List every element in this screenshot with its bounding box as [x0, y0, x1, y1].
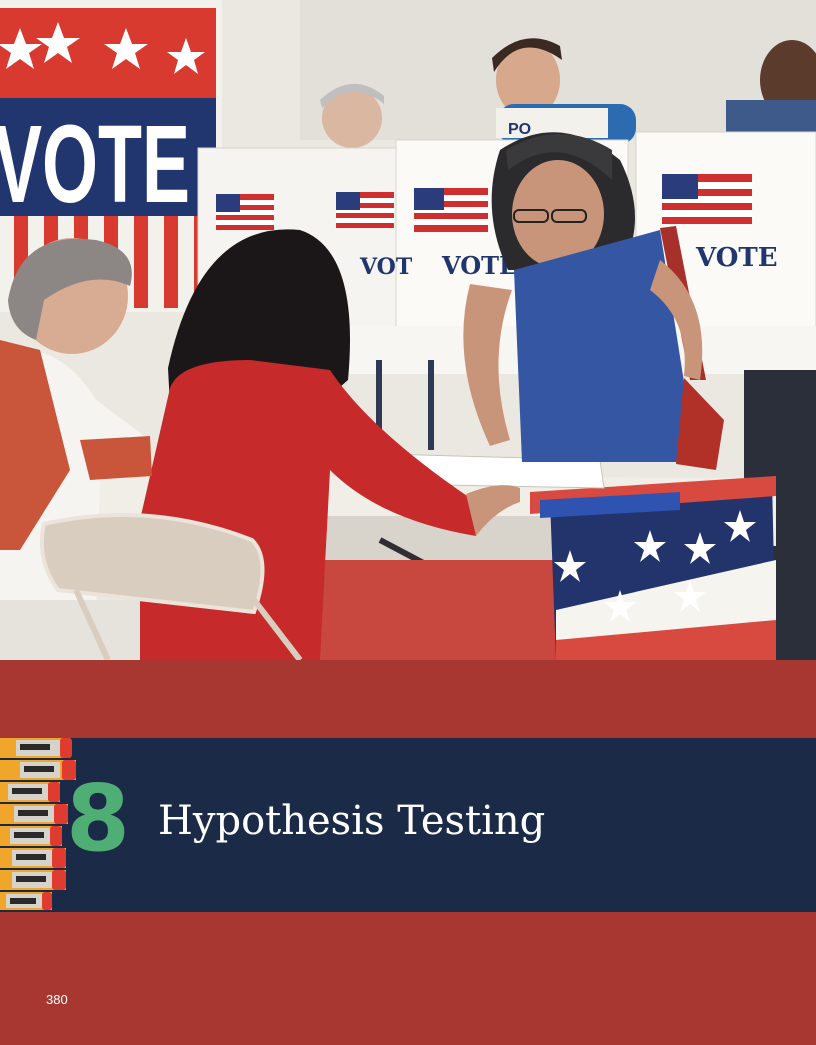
vote-poster-text: VOTE [0, 103, 190, 226]
cover-photo: VOTE PO VOT VOTE VOTE [0, 0, 816, 660]
booth-label-1: VOT [359, 254, 413, 280]
chapter-title: Hypothesis Testing [158, 798, 546, 844]
page-number: 380 [46, 992, 68, 1007]
chapter-number: 8 [66, 765, 131, 872]
polling-sign-text: PO [508, 121, 531, 138]
booth-label-3: VOTE [695, 243, 778, 273]
top-accent-band [0, 660, 816, 738]
